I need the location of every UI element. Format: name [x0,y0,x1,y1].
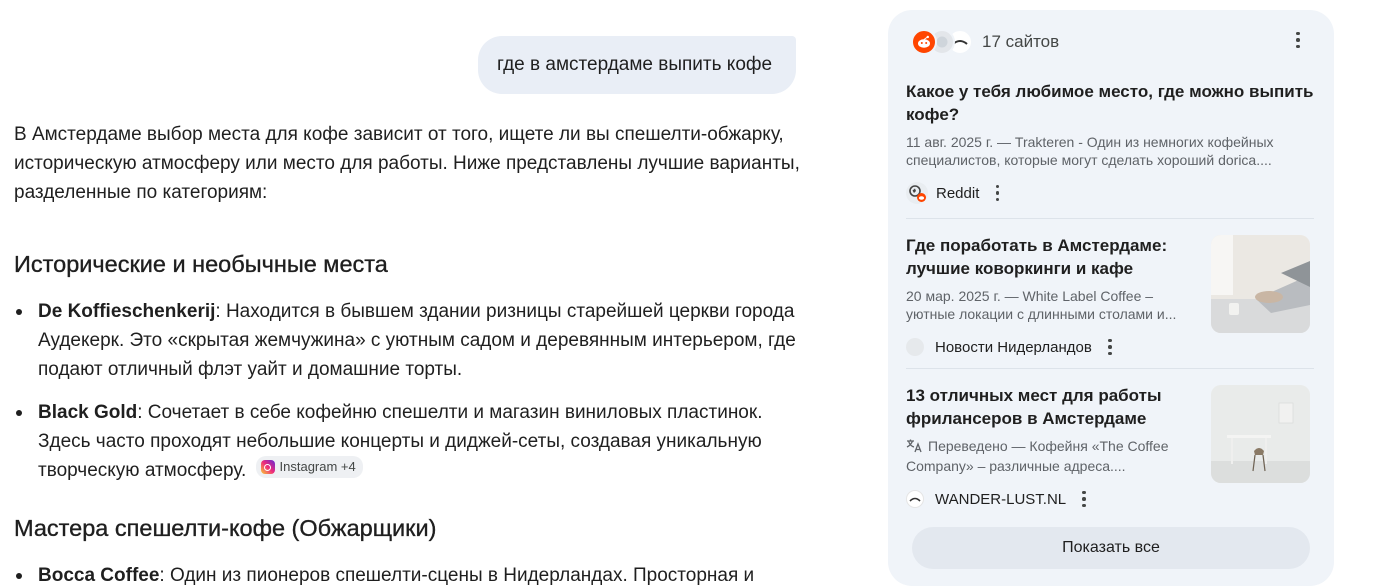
chat-column: где в амстердаме выпить кофе В Амстердам… [0,0,820,586]
source-snippet: 11 авг. 2025 г. — Trakteren - Один из не… [906,134,1274,168]
source-snippet-wrap: Переведено — Кофейня «The Coffee Company… [906,437,1194,475]
answer-intro: В Амстердаме выбор места для кофе зависи… [14,124,800,203]
source-title[interactable]: Какое у тебя любимое место, где можно вы… [906,80,1314,126]
places-list: De Koffieschenkerij: Находится в бывшем … [14,297,804,485]
more-options-icon[interactable] [989,183,1005,203]
list-item: Bocca Coffee: Один из пионеров спешелти-… [14,561,804,586]
globe-reddit-icon [906,182,928,204]
sources-header: 17 сайтов [888,10,1334,74]
source-name[interactable]: Новости Нидерландов [935,339,1092,356]
instagram-icon [260,460,275,474]
source-snippet: Переведено — Кофейня «The Coffee Company… [906,438,1169,474]
source-attribution: WANDER-LUST.NL [906,488,1194,510]
section-heading: Исторические и необычные места [14,251,388,277]
show-all-button[interactable]: Показать все [912,527,1310,569]
source-name[interactable]: WANDER-LUST.NL [935,491,1066,508]
source-card[interactable]: Где поработать в Амстердаме: лучшие ково… [906,234,1194,358]
more-options-icon[interactable] [1076,489,1092,509]
source-card[interactable]: Какое у тебя любимое место, где можно вы… [906,80,1314,204]
wander-lust-icon [906,490,924,508]
source-chip-label: Instagram +4 [279,459,356,474]
source-title[interactable]: Где поработать в Амстердаме: лучшие ково… [906,234,1194,280]
user-message: где в амстердаме выпить кофе [478,36,796,94]
source-title[interactable]: 13 отличных мест для работы фрилансеров … [906,384,1194,430]
source-attribution: Reddit [906,182,1314,204]
more-options-icon[interactable] [1102,337,1118,357]
place-name: Bocca Coffee [38,565,160,586]
place-name: Black Gold [38,402,138,423]
reddit-icon [911,29,937,55]
source-chip[interactable]: Instagram +4 [255,456,363,478]
translate-icon [906,439,924,457]
place-name: De Koffieschenkerij [38,301,216,322]
more-options-icon[interactable] [1290,30,1306,50]
list-item: De Koffieschenkerij: Находится в бывшем … [14,297,804,384]
list-item: Black Gold: Сочетает в себе кофейню спеш… [14,398,804,485]
thumbnail-image[interactable] [1211,385,1310,483]
source-name[interactable]: Reddit [936,185,979,202]
section-heading: Мастера спешелти-кофе (Обжарщики) [14,515,437,541]
sites-count: 17 сайтов [982,32,1060,51]
divider [906,218,1314,219]
thumbnail-image[interactable] [1211,235,1310,333]
globe-icon [906,338,924,356]
divider [906,368,1314,369]
place-description: : Сочетает в себе кофейню спешелти и маг… [38,402,763,481]
assistant-answer: В Амстердаме выбор места для кофе зависи… [14,120,804,586]
source-card[interactable]: 13 отличных мест для работы фрилансеров … [906,384,1194,510]
sources-panel: 17 сайтов Какое у тебя любимое место, гд… [888,10,1334,586]
source-favicons [911,29,973,55]
place-description: : Один из пионеров спешелти-сцены в Ниде… [159,565,755,586]
source-snippet: 20 мар. 2025 г. — White Label Coffee – у… [906,288,1177,322]
source-attribution: Новости Нидерландов [906,336,1194,358]
places-list: Bocca Coffee: Один из пионеров спешелти-… [14,561,804,586]
